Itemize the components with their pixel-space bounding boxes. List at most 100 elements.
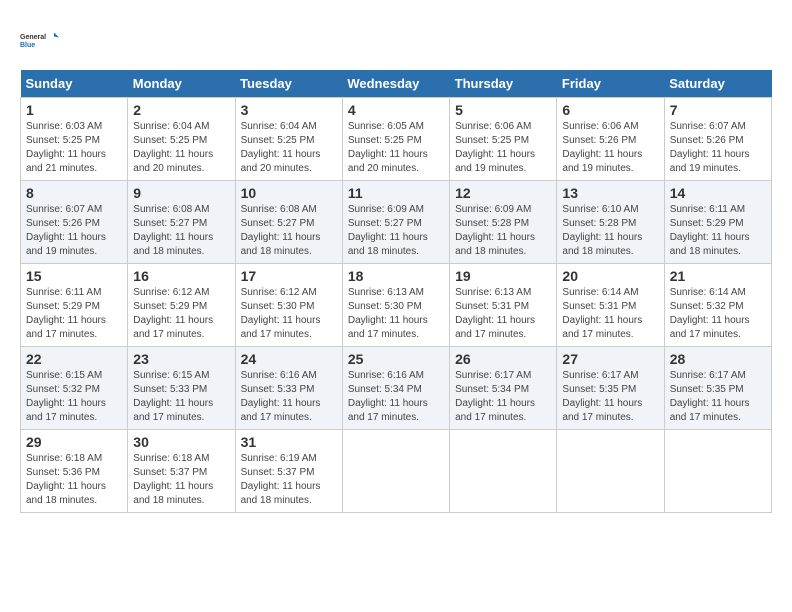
day-number: 16 xyxy=(133,268,229,284)
calendar-day-cell xyxy=(664,430,771,513)
day-info: Sunrise: 6:08 AM Sunset: 5:27 PM Dayligh… xyxy=(241,203,337,259)
day-number: 10 xyxy=(241,185,337,201)
calendar-day-cell xyxy=(342,430,449,513)
calendar-day-cell: 7 Sunrise: 6:07 AM Sunset: 5:26 PM Daylig… xyxy=(664,98,771,181)
weekday-header: Tuesday xyxy=(235,70,342,98)
calendar-day-cell: 16 Sunrise: 6:12 AM Sunset: 5:29 PM Dayli… xyxy=(128,264,235,347)
day-info: Sunrise: 6:10 AM Sunset: 5:28 PM Dayligh… xyxy=(562,203,658,259)
calendar-week-row: 15 Sunrise: 6:11 AM Sunset: 5:29 PM Dayli… xyxy=(21,264,772,347)
calendar-day-cell: 2Sunrise: 6:04 AM Sunset: 5:25 PM Daylig… xyxy=(128,98,235,181)
day-info: Sunrise: 6:14 AM Sunset: 5:31 PM Dayligh… xyxy=(562,286,658,342)
calendar-day-cell: 25Sunrise: 6:16 AM Sunset: 5:34 PM Dayli… xyxy=(342,347,449,430)
day-info: Sunrise: 6:07 AM Sunset: 5:26 PM Dayligh… xyxy=(26,203,122,259)
day-info: Sunrise: 6:09 AM Sunset: 5:28 PM Dayligh… xyxy=(455,203,551,259)
day-number: 21 xyxy=(670,268,766,284)
calendar-week-row: 22 Sunrise: 6:15 AM Sunset: 5:32 PM Dayli… xyxy=(21,347,772,430)
calendar-day-cell: 19Sunrise: 6:13 AM Sunset: 5:31 PM Dayli… xyxy=(450,264,557,347)
day-number: 15 xyxy=(26,268,122,284)
calendar-day-cell: 23Sunrise: 6:15 AM Sunset: 5:33 PM Dayli… xyxy=(128,347,235,430)
calendar-day-cell: 1 Sunrise: 6:03 AM Sunset: 5:25 PM Daylig… xyxy=(21,98,128,181)
day-number: 25 xyxy=(348,351,444,367)
weekday-header: Thursday xyxy=(450,70,557,98)
svg-text:Blue: Blue xyxy=(20,42,35,49)
calendar-table: SundayMondayTuesdayWednesdayThursdayFrid… xyxy=(20,70,772,513)
day-info: Sunrise: 6:18 AM Sunset: 5:37 PM Dayligh… xyxy=(133,452,229,508)
day-number: 31 xyxy=(241,434,337,450)
day-number: 18 xyxy=(348,268,444,284)
weekday-header: Saturday xyxy=(664,70,771,98)
day-info: Sunrise: 6:13 AM Sunset: 5:30 PM Dayligh… xyxy=(348,286,444,342)
day-number: 20 xyxy=(562,268,658,284)
day-number: 22 xyxy=(26,351,122,367)
day-info: Sunrise: 6:07 AM Sunset: 5:26 PM Dayligh… xyxy=(670,120,766,176)
calendar-day-cell: 13Sunrise: 6:10 AM Sunset: 5:28 PM Dayli… xyxy=(557,181,664,264)
day-number: 19 xyxy=(455,268,551,284)
calendar-day-cell: 30Sunrise: 6:18 AM Sunset: 5:37 PM Dayli… xyxy=(128,430,235,513)
weekday-row: SundayMondayTuesdayWednesdayThursdayFrid… xyxy=(21,70,772,98)
day-info: Sunrise: 6:14 AM Sunset: 5:32 PM Dayligh… xyxy=(670,286,766,342)
day-number: 29 xyxy=(26,434,122,450)
calendar-day-cell: 22 Sunrise: 6:15 AM Sunset: 5:32 PM Dayli… xyxy=(21,347,128,430)
calendar-day-cell: 17 Sunrise: 6:12 AM Sunset: 5:30 PM Dayli… xyxy=(235,264,342,347)
calendar-day-cell: 15 Sunrise: 6:11 AM Sunset: 5:29 PM Dayli… xyxy=(21,264,128,347)
weekday-header: Wednesday xyxy=(342,70,449,98)
day-number: 8 xyxy=(26,185,122,201)
calendar-day-cell: 4 Sunrise: 6:05 AM Sunset: 5:25 PM Daylig… xyxy=(342,98,449,181)
svg-text:General: General xyxy=(20,34,46,41)
calendar-week-row: 8 Sunrise: 6:07 AM Sunset: 5:26 PM Daylig… xyxy=(21,181,772,264)
day-info: Sunrise: 6:06 AM Sunset: 5:26 PM Dayligh… xyxy=(562,120,658,176)
calendar-day-cell xyxy=(450,430,557,513)
day-info: Sunrise: 6:15 AM Sunset: 5:32 PM Dayligh… xyxy=(26,369,122,425)
day-number: 28 xyxy=(670,351,766,367)
weekday-header: Monday xyxy=(128,70,235,98)
day-info: Sunrise: 6:03 AM Sunset: 5:25 PM Dayligh… xyxy=(26,120,122,176)
weekday-header: Sunday xyxy=(21,70,128,98)
day-info: Sunrise: 6:19 AM Sunset: 5:37 PM Dayligh… xyxy=(241,452,337,508)
calendar-week-row: 29 Sunrise: 6:18 AM Sunset: 5:36 PM Dayli… xyxy=(21,430,772,513)
day-number: 14 xyxy=(670,185,766,201)
day-info: Sunrise: 6:11 AM Sunset: 5:29 PM Dayligh… xyxy=(670,203,766,259)
day-number: 26 xyxy=(455,351,551,367)
day-info: Sunrise: 6:17 AM Sunset: 5:35 PM Dayligh… xyxy=(670,369,766,425)
calendar-day-cell: 12 Sunrise: 6:09 AM Sunset: 5:28 PM Dayli… xyxy=(450,181,557,264)
day-info: Sunrise: 6:05 AM Sunset: 5:25 PM Dayligh… xyxy=(348,120,444,176)
day-number: 7 xyxy=(670,102,766,118)
calendar-day-cell: 28 Sunrise: 6:17 AM Sunset: 5:35 PM Dayli… xyxy=(664,347,771,430)
day-info: Sunrise: 6:12 AM Sunset: 5:29 PM Dayligh… xyxy=(133,286,229,342)
calendar-day-cell: 29 Sunrise: 6:18 AM Sunset: 5:36 PM Dayli… xyxy=(21,430,128,513)
day-info: Sunrise: 6:06 AM Sunset: 5:25 PM Dayligh… xyxy=(455,120,551,176)
day-number: 5 xyxy=(455,102,551,118)
day-number: 9 xyxy=(133,185,229,201)
calendar-day-cell: 20 Sunrise: 6:14 AM Sunset: 5:31 PM Dayli… xyxy=(557,264,664,347)
day-info: Sunrise: 6:09 AM Sunset: 5:27 PM Dayligh… xyxy=(348,203,444,259)
calendar-day-cell: 3Sunrise: 6:04 AM Sunset: 5:25 PM Daylig… xyxy=(235,98,342,181)
day-number: 23 xyxy=(133,351,229,367)
calendar-day-cell: 9Sunrise: 6:08 AM Sunset: 5:27 PM Daylig… xyxy=(128,181,235,264)
logo-container: General Blue xyxy=(20,20,60,60)
calendar-day-cell: 14 Sunrise: 6:11 AM Sunset: 5:29 PM Dayli… xyxy=(664,181,771,264)
day-info: Sunrise: 6:16 AM Sunset: 5:33 PM Dayligh… xyxy=(241,369,337,425)
calendar-day-cell: 10 Sunrise: 6:08 AM Sunset: 5:27 PM Dayli… xyxy=(235,181,342,264)
day-info: Sunrise: 6:17 AM Sunset: 5:34 PM Dayligh… xyxy=(455,369,551,425)
day-number: 12 xyxy=(455,185,551,201)
day-number: 6 xyxy=(562,102,658,118)
calendar-day-cell: 31 Sunrise: 6:19 AM Sunset: 5:37 PM Dayli… xyxy=(235,430,342,513)
day-number: 2 xyxy=(133,102,229,118)
page-header: General Blue xyxy=(20,20,772,60)
calendar-day-cell: 24 Sunrise: 6:16 AM Sunset: 5:33 PM Dayli… xyxy=(235,347,342,430)
calendar-day-cell: 8 Sunrise: 6:07 AM Sunset: 5:26 PM Daylig… xyxy=(21,181,128,264)
day-number: 3 xyxy=(241,102,337,118)
day-info: Sunrise: 6:11 AM Sunset: 5:29 PM Dayligh… xyxy=(26,286,122,342)
day-number: 11 xyxy=(348,185,444,201)
day-info: Sunrise: 6:12 AM Sunset: 5:30 PM Dayligh… xyxy=(241,286,337,342)
day-info: Sunrise: 6:18 AM Sunset: 5:36 PM Dayligh… xyxy=(26,452,122,508)
day-number: 1 xyxy=(26,102,122,118)
calendar-day-cell: 18 Sunrise: 6:13 AM Sunset: 5:30 PM Dayli… xyxy=(342,264,449,347)
logo-svg: General Blue xyxy=(20,20,60,60)
calendar-header: SundayMondayTuesdayWednesdayThursdayFrid… xyxy=(21,70,772,98)
day-number: 24 xyxy=(241,351,337,367)
calendar-day-cell xyxy=(557,430,664,513)
day-number: 4 xyxy=(348,102,444,118)
day-number: 17 xyxy=(241,268,337,284)
day-number: 27 xyxy=(562,351,658,367)
